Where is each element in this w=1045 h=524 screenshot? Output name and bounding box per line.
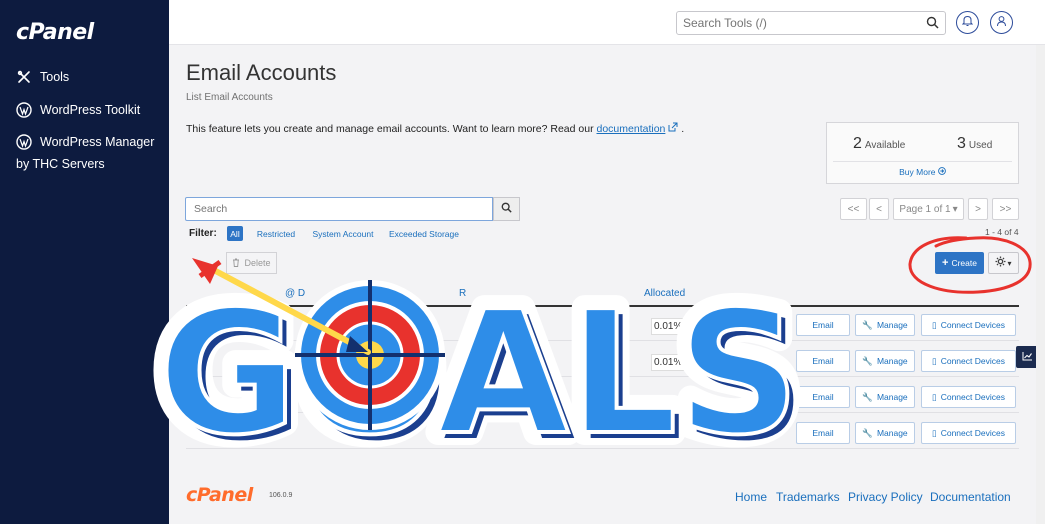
- description-text: This feature lets you create and manage …: [186, 123, 594, 135]
- tools-icon: [16, 69, 32, 85]
- red-circle-annotation: [908, 236, 1032, 294]
- buy-more-label: Buy More: [899, 167, 936, 177]
- footer-link-privacy-policy[interactable]: Privacy Policy: [848, 490, 923, 504]
- notifications-button[interactable]: [956, 11, 979, 34]
- tool-search-input[interactable]: [683, 16, 913, 30]
- goals-wordmark: GOALS GOALS GOALS: [145, 262, 813, 480]
- manage-button[interactable]: 🔧 Manage: [855, 314, 915, 336]
- phone-icon: ▯: [932, 391, 937, 402]
- footer-link-documentation[interactable]: Documentation: [930, 490, 1011, 504]
- account-search-box[interactable]: [185, 197, 493, 221]
- sidebar-item-wordpress-manager[interactable]: WordPress Manager: [16, 131, 161, 154]
- footer-cpanel-logo: cPanel: [186, 484, 253, 506]
- connect-devices-label: Connect Devices: [940, 392, 1005, 402]
- scrollbar[interactable]: [1036, 45, 1045, 524]
- chart-icon: [1022, 348, 1033, 366]
- user-icon: [996, 14, 1007, 32]
- sidebar-item-sublabel: by THC Servers: [16, 157, 105, 171]
- manage-label: Manage: [876, 320, 908, 330]
- page-description: This feature lets you create and manage …: [186, 122, 684, 135]
- tool-search-box[interactable]: [676, 11, 946, 35]
- prev-page-button[interactable]: <: [869, 198, 889, 220]
- connect-devices-button[interactable]: ▯ Connect Devices: [921, 314, 1016, 336]
- search-icon[interactable]: [926, 16, 939, 34]
- arrow-circle-icon: [938, 167, 946, 177]
- account-stats-panel: 2 Available 3 Used Buy More: [826, 122, 1019, 184]
- wordpress-icon: [16, 102, 32, 118]
- used-label: Used: [968, 140, 993, 151]
- sidebar-item-label: Tools: [40, 70, 70, 84]
- filter-exceeded-storage[interactable]: Exceeded Storage: [386, 226, 462, 241]
- wrench-icon: 🔧: [862, 391, 873, 402]
- connect-devices-button[interactable]: ▯ Connect Devices: [921, 386, 1016, 408]
- sidebar-item-wordpress-toolkit[interactable]: WordPress Toolkit: [16, 99, 161, 122]
- bell-icon: [961, 14, 974, 32]
- next-page-button[interactable]: >: [968, 198, 988, 220]
- wordpress-icon: [16, 134, 32, 150]
- cpanel-logo[interactable]: cPanel: [16, 20, 94, 45]
- manage-button[interactable]: 🔧 Manage: [855, 422, 915, 444]
- last-page-button[interactable]: >>: [992, 198, 1019, 220]
- sidebar-item-tools[interactable]: Tools: [16, 66, 161, 89]
- caret-down-icon: ▾: [952, 203, 958, 215]
- phone-icon: ▯: [932, 427, 937, 438]
- available-value: 2: [853, 135, 862, 152]
- available-stat: 2 Available: [853, 135, 905, 153]
- phone-icon: ▯: [932, 319, 937, 330]
- manage-button[interactable]: 🔧 Manage: [855, 350, 915, 372]
- page-select-label: Page 1 of 1: [899, 203, 951, 215]
- footer-link-trademarks[interactable]: Trademarks: [776, 490, 840, 504]
- goals-text: GOALS: [158, 275, 800, 473]
- phone-icon: ▯: [932, 355, 937, 366]
- documentation-link[interactable]: documentation: [597, 123, 666, 135]
- stats-divider: [833, 161, 1012, 162]
- wrench-icon: 🔧: [862, 427, 873, 438]
- manage-label: Manage: [876, 356, 908, 366]
- footer-link-home[interactable]: Home: [735, 490, 767, 504]
- manage-button[interactable]: 🔧 Manage: [855, 386, 915, 408]
- connect-devices-label: Connect Devices: [940, 320, 1005, 330]
- external-link-icon[interactable]: [668, 122, 681, 135]
- filter-all[interactable]: All: [227, 226, 243, 241]
- wrench-icon: 🔧: [862, 319, 873, 330]
- filter-label: Filter:: [189, 228, 217, 239]
- target-icon: [295, 280, 445, 430]
- connect-devices-button[interactable]: ▯ Connect Devices: [921, 422, 1016, 444]
- version-number: 106.0.9: [269, 492, 293, 499]
- filter-restricted[interactable]: Restricted: [252, 226, 300, 241]
- search-icon: [501, 200, 512, 218]
- manage-label: Manage: [876, 428, 908, 438]
- first-page-button[interactable]: <<: [840, 198, 867, 220]
- account-search-button[interactable]: [493, 197, 520, 221]
- description-end: .: [681, 123, 685, 135]
- buy-more-link[interactable]: Buy More: [827, 167, 1018, 177]
- connect-devices-label: Connect Devices: [940, 356, 1005, 366]
- sidebar-item-label: WordPress Manager: [40, 135, 155, 149]
- page-subtitle: List Email Accounts: [186, 92, 273, 103]
- user-menu-button[interactable]: [990, 11, 1013, 34]
- connect-devices-button[interactable]: ▯ Connect Devices: [921, 350, 1016, 372]
- account-search-input[interactable]: [194, 203, 484, 215]
- wrench-icon: 🔧: [862, 355, 873, 366]
- page-select[interactable]: Page 1 of 1 ▾: [893, 198, 964, 220]
- used-value: 3: [957, 135, 966, 152]
- manage-label: Manage: [876, 392, 908, 402]
- top-bar: [169, 0, 1045, 45]
- available-label: Available: [864, 140, 906, 151]
- filter-system-account[interactable]: System Account: [308, 226, 378, 241]
- stats-side-tab[interactable]: [1016, 346, 1038, 368]
- connect-devices-label: Connect Devices: [940, 428, 1005, 438]
- used-stat: 3 Used: [957, 135, 992, 153]
- page-title: Email Accounts: [186, 60, 337, 85]
- sidebar-item-label: WordPress Toolkit: [40, 103, 141, 117]
- goals-sticker: GOALS GOALS GOALS: [145, 258, 813, 480]
